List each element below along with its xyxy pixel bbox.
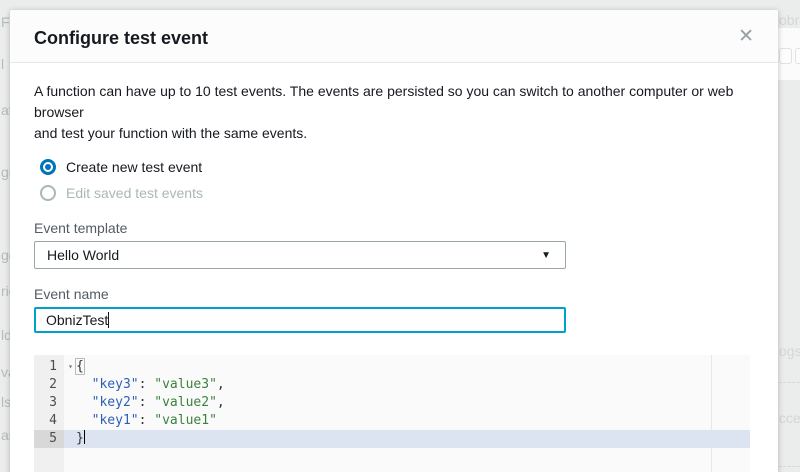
code-token: { [75, 358, 85, 375]
event-template-label: Event template [34, 219, 754, 237]
description-line: and test your function with the same eve… [34, 123, 754, 144]
dialog-body: A function can have up to 10 test events… [10, 63, 778, 472]
code-token: , [217, 395, 225, 410]
code-token: "value2" [154, 395, 217, 410]
code-token: "key3" [92, 377, 139, 392]
radio-create-new-test-event[interactable]: Create new test event [40, 157, 754, 177]
editor-text-cursor [84, 430, 85, 444]
event-json-editor[interactable]: 1▾2345 { "key3": "value3", "key2": "valu… [34, 355, 750, 472]
dialog-description: A function can have up to 10 test events… [34, 81, 754, 144]
event-name-value: ObnizTest [46, 312, 108, 328]
line-number: 5 [34, 430, 64, 448]
configure-test-event-dialog: Configure test event ✕ A function can ha… [10, 10, 778, 472]
close-button[interactable]: ✕ [736, 26, 756, 48]
radio-selected-icon [40, 159, 56, 175]
chevron-down-icon: ▼ [541, 250, 551, 261]
event-template-value: Hello World [47, 247, 119, 263]
code-token: "key1" [92, 413, 139, 428]
backdrop-text-fragment: l [1, 56, 4, 72]
dialog-title: Configure test event [34, 27, 754, 49]
code-line: "key3": "value3", [64, 376, 750, 394]
close-icon: ✕ [738, 26, 754, 47]
code-token: } [76, 431, 84, 446]
code-line: "key2": "value2", [64, 394, 750, 412]
line-number: 4 [34, 412, 64, 430]
dialog-header: Configure test event ✕ [10, 10, 778, 63]
event-template-select[interactable]: Hello World ▼ [34, 241, 566, 269]
line-number: 2 [34, 376, 64, 394]
line-number: 3 [34, 394, 64, 412]
code-line: { [64, 358, 750, 376]
code-line: } [64, 430, 750, 448]
code-token: : [139, 395, 155, 410]
backdrop-button-fragment [779, 48, 792, 64]
code-token: "value3" [154, 377, 217, 392]
text-cursor [108, 312, 109, 328]
test-event-mode-radio-group: Create new test event Edit saved test ev… [40, 157, 754, 203]
radio-unselected-icon [40, 185, 56, 201]
code-token [76, 395, 92, 410]
backdrop-divider [779, 382, 800, 383]
radio-label: Create new test event [66, 159, 202, 175]
radio-edit-saved-test-events: Edit saved test events [40, 183, 754, 203]
code-line: "key1": "value1" [64, 412, 750, 430]
code-token [76, 413, 92, 428]
description-line: A function can have up to 10 test events… [34, 81, 754, 123]
code-token: "key2" [92, 395, 139, 410]
backdrop-text-fragment: F [1, 14, 10, 30]
code-token: , [217, 377, 225, 392]
code-token: "value1" [154, 413, 217, 428]
backdrop-text-fragment: ogs [779, 343, 800, 359]
backdrop-divider [779, 466, 800, 467]
radio-label: Edit saved test events [66, 185, 203, 201]
backdrop-text-fragment: obr [779, 12, 799, 28]
event-name-input[interactable]: ObnizTest [34, 307, 566, 333]
editor-code-area: { "key3": "value3", "key2": "value2", "k… [64, 355, 750, 448]
code-token: : [139, 377, 155, 392]
fold-arrow-icon[interactable]: ▾ [68, 358, 73, 376]
code-token: : [139, 413, 155, 428]
code-token [76, 377, 92, 392]
editor-gutter: 1▾2345 [34, 355, 64, 472]
event-name-label: Event name [34, 285, 754, 303]
backdrop-button-fragment [795, 48, 800, 64]
backdrop-text-fragment: cce [779, 410, 800, 426]
line-number: 1▾ [34, 358, 64, 376]
